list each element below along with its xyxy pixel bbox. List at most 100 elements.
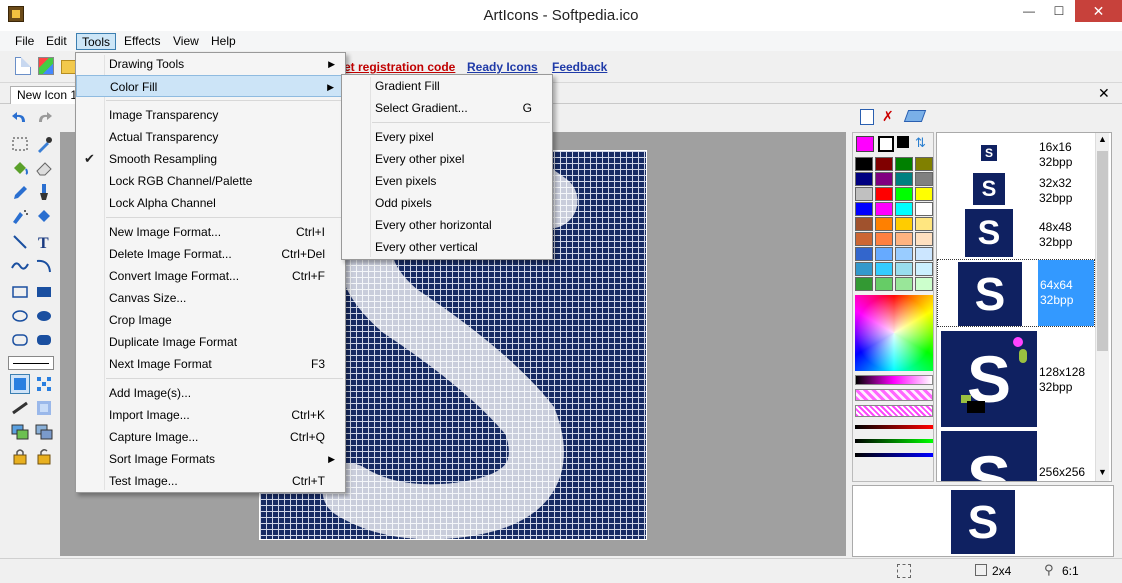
format-48-thumb[interactable]: S [965,209,1013,257]
color-swatch[interactable] [855,277,873,291]
menu-item-duplicate-image-format[interactable]: Duplicate Image Format [76,331,345,353]
color-swatch[interactable] [915,187,933,201]
color-swatch[interactable] [895,232,913,246]
new-file-icon[interactable] [15,57,31,75]
delete-format-icon[interactable]: ✗ [882,108,894,125]
rectangle-icon[interactable] [10,282,30,302]
color-swatch[interactable] [875,157,893,171]
menu-tools[interactable]: Tools [76,33,117,50]
color-swatch[interactable] [855,262,873,276]
scroll-down-icon[interactable]: ▼ [1098,467,1107,477]
menu-item-smooth-resampling[interactable]: ✔ Smooth Resampling [76,148,345,170]
menu-item-every-other-pixel[interactable]: Every other pixel [342,148,552,170]
color-wheel[interactable] [855,295,933,371]
format-128-thumb[interactable]: S [941,331,1037,427]
page-icon[interactable] [860,109,874,125]
menu-item-crop-image[interactable]: Crop Image [76,309,345,331]
new-image-icon[interactable] [38,57,54,75]
color-swatch[interactable] [895,277,913,291]
menu-item-lock-alpha-channel[interactable]: Lock Alpha Channel [76,192,345,214]
color-swatch[interactable] [915,277,933,291]
ready-icons-link[interactable]: Ready Icons [467,60,538,74]
secondary-color-swatch[interactable] [897,136,909,148]
color-swatch[interactable] [895,262,913,276]
color-swatch[interactable] [875,262,893,276]
minimize-button[interactable]: — [1014,0,1044,22]
arc-icon[interactable] [34,256,54,276]
eyedropper-icon[interactable] [34,134,54,154]
line-icon[interactable] [10,232,30,252]
close-window-button[interactable]: ✕ [1075,0,1122,22]
ellipse-icon[interactable] [10,306,30,326]
color-swatch[interactable] [855,172,873,186]
menu-help[interactable]: Help [206,33,241,50]
transparent-color-icon[interactable] [878,136,894,152]
menu-item-add-image-s[interactable]: Add Image(s)... [76,382,345,404]
primary-color-swatch[interactable] [856,136,874,152]
filled-rounded-rect-icon[interactable] [34,330,54,350]
menu-file[interactable]: File [10,33,39,50]
fill-mode-icon[interactable] [10,374,30,394]
redo-icon[interactable] [34,108,54,128]
menu-item-delete-image-format[interactable]: Delete Image Format... Ctrl+Del [76,243,345,265]
menu-item-next-image-format[interactable]: Next Image Format F3 [76,353,345,375]
menu-item-every-other-horizontal[interactable]: Every other horizontal [342,214,552,236]
menu-item-actual-transparency[interactable]: Actual Transparency [76,126,345,148]
color-swatch[interactable] [875,232,893,246]
curve-icon[interactable] [10,256,30,276]
tab-new-icon-1[interactable]: New Icon 1 [10,86,85,104]
menu-item-even-pixels[interactable]: Even pixels [342,170,552,192]
menu-item-import-image[interactable]: Import Image... Ctrl+K [76,404,345,426]
menu-item-every-pixel[interactable]: Every pixel [342,126,552,148]
undo-icon[interactable] [10,108,30,128]
format-256-thumb[interactable]: S [941,431,1037,481]
color-swatch[interactable] [855,157,873,171]
layer-merge-icon[interactable] [34,422,54,442]
color-swatch[interactable] [915,172,933,186]
blue-slider[interactable] [855,453,933,457]
menu-item-sort-image-formats[interactable]: Sort Image Formats ▶ [76,448,345,470]
color-swatch[interactable] [855,187,873,201]
menu-item-test-image[interactable]: Test Image... Ctrl+T [76,470,345,492]
flood-fill-icon[interactable] [34,206,54,226]
color-swatch[interactable] [855,232,873,246]
color-swatch[interactable] [915,247,933,261]
menu-item-drawing-tools[interactable]: Drawing Tools ▶ [76,53,345,75]
color-swatch[interactable] [875,247,893,261]
color-swatch[interactable] [875,172,893,186]
fill-bucket-icon[interactable] [10,158,30,178]
line-width-selector[interactable] [8,356,54,370]
rectangle-select-icon[interactable] [10,134,30,154]
menu-edit[interactable]: Edit [41,33,72,50]
color-swatch[interactable] [915,157,933,171]
color-swatch[interactable] [915,202,933,216]
menu-item-convert-image-format[interactable]: Convert Image Format... Ctrl+F [76,265,345,287]
format-row-selected[interactable]: S 64x64 32bpp [937,259,1095,327]
pattern-icon[interactable] [34,374,54,394]
menu-item-color-fill[interactable]: Color Fill ▶ [76,75,345,97]
format-16-thumb[interactable]: S [981,145,997,161]
menu-item-gradient-fill[interactable]: Gradient Fill [342,75,552,97]
menu-item-image-transparency[interactable]: Image Transparency [76,104,345,126]
green-slider[interactable] [855,439,933,443]
color-swatch[interactable] [875,187,893,201]
color-swatch[interactable] [895,202,913,216]
color-swatch[interactable] [915,262,933,276]
rounded-rect-icon[interactable] [10,330,30,350]
menu-view[interactable]: View [168,33,204,50]
pattern-swatches[interactable] [855,405,933,417]
color-swatch[interactable] [895,217,913,231]
spray-icon[interactable] [10,206,30,226]
unlock-icon[interactable] [34,446,54,466]
color-swatch[interactable] [875,217,893,231]
layer-copy-icon[interactable] [10,422,30,442]
color-swatch[interactable] [875,277,893,291]
registration-link[interactable]: et registration code [344,60,455,74]
close-document-icon[interactable]: ✕ [1098,85,1110,102]
red-slider[interactable] [855,425,933,429]
maximize-button[interactable]: ☐ [1044,0,1074,22]
menu-item-new-image-format[interactable]: New Image Format... Ctrl+I [76,221,345,243]
swap-colors-icon[interactable]: ⇅ [915,135,926,151]
menu-item-lock-rgb-channel-palette[interactable]: Lock RGB Channel/Palette [76,170,345,192]
eraser-tool-icon[interactable] [903,110,927,122]
